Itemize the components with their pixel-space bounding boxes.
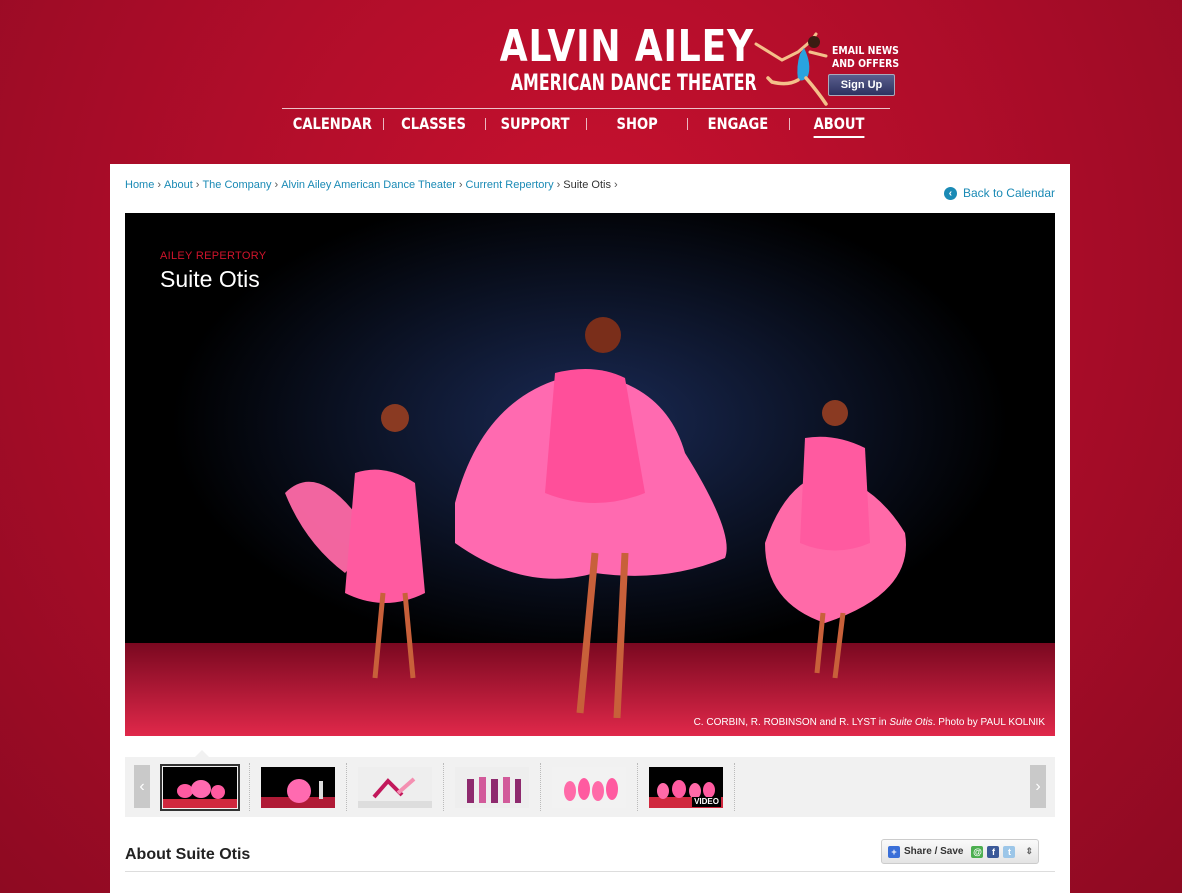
back-to-calendar-label: Back to Calendar	[962, 186, 1055, 200]
facebook-icon[interactable]: f	[987, 845, 1000, 858]
nav-item-support[interactable]: SUPPORT	[484, 112, 586, 138]
caption-suffix: . Photo by PAUL KOLNIK	[932, 717, 1045, 728]
about-divider	[125, 871, 1055, 872]
nav-item-engage[interactable]: ENGAGE	[687, 112, 788, 138]
twitter-icon[interactable]: t	[1003, 845, 1016, 858]
hero-photo: AILEY REPERTORY Suite Otis C. CORBIN, R.…	[125, 213, 1055, 736]
back-to-calendar-link[interactable]: ‹ Back to Calendar	[943, 186, 1055, 200]
share-save-button[interactable]: + Share / Save @ f t ⇕	[881, 839, 1039, 864]
thumbnail-image	[358, 767, 432, 808]
breadcrumb-current: Suite Otis	[563, 179, 611, 191]
thumbnail-2[interactable]	[261, 767, 335, 808]
nav-item-calendar[interactable]: CALENDAR	[282, 112, 383, 138]
logo-line-2: AMERICAN DANCE THEATER	[510, 71, 757, 96]
nav-item-about[interactable]: ABOUT	[788, 112, 890, 138]
thumbnail-carousel: ‹ VIDEO ›	[125, 750, 1055, 817]
nav-label: CALENDAR	[293, 114, 373, 133]
hero-kicker: AILEY REPERTORY	[160, 250, 267, 262]
thumbnail-divider	[249, 763, 250, 811]
thumbnail-divider	[443, 763, 444, 811]
breadcrumb-separator: ›	[613, 179, 618, 191]
video-badge: VIDEO	[692, 797, 721, 807]
nav-label: ABOUT	[813, 112, 865, 138]
breadcrumb-home[interactable]: Home	[125, 179, 154, 191]
breadcrumb-about[interactable]: About	[164, 179, 193, 191]
nav-label: SUPPORT	[500, 114, 570, 133]
leaping-dancer-icon	[754, 32, 828, 106]
thumbnail-image	[552, 767, 626, 808]
email-promo[interactable]: EMAIL NEWS AND OFFERS Sign Up	[752, 30, 899, 108]
share-email-icon[interactable]: @	[971, 845, 984, 858]
hero-title: Suite Otis	[160, 266, 260, 292]
caption-prefix: C. CORBIN, R. ROBINSON and R. LYST in	[693, 717, 890, 728]
breadcrumb-the-company[interactable]: The Company	[202, 179, 271, 191]
breadcrumb-alvin-ailey[interactable]: Alvin Ailey American Dance Theater	[281, 179, 456, 191]
nav-divider	[282, 108, 890, 109]
carousel-next-button[interactable]: ›	[1030, 765, 1046, 808]
promo-line-2: AND OFFERS	[832, 57, 900, 70]
thumbnail-image	[261, 767, 335, 808]
main-nav: CALENDAR CLASSES SUPPORT SHOP ENGAGE ABO…	[282, 112, 890, 138]
hero-image	[125, 213, 1055, 736]
main-content: Home › About › The Company › Alvin Ailey Ameri…	[110, 164, 1070, 893]
photo-caption: C. CORBIN, R. ROBINSON and R. LYST in Su…	[694, 717, 1045, 728]
thumbnail-divider	[734, 763, 735, 811]
nav-label: ENGAGE	[707, 114, 769, 133]
carousel-prev-button[interactable]: ‹	[134, 765, 150, 808]
nav-item-classes[interactable]: CLASSES	[383, 112, 484, 138]
back-arrow-icon: ‹	[943, 186, 957, 200]
share-label: Share / Save	[904, 846, 964, 857]
thumbnail-divider	[346, 763, 347, 811]
caption-work: Suite Otis	[889, 717, 933, 728]
share-expand-icon[interactable]: ⇕	[1025, 846, 1033, 857]
breadcrumb-current-repertory[interactable]: Current Repertory	[466, 179, 554, 191]
site-header: ALVIN AILEY AMERICAN DANCE THEATER EMAIL…	[0, 0, 1182, 164]
nav-item-shop[interactable]: SHOP	[585, 112, 687, 138]
thumbnail-divider	[540, 763, 541, 811]
about-heading: About Suite Otis	[125, 846, 251, 863]
breadcrumb-separator: ›	[458, 179, 463, 191]
nav-label: CLASSES	[401, 114, 467, 133]
promo-text: EMAIL NEWS AND OFFERS	[832, 44, 899, 70]
thumbnail-image	[455, 767, 529, 808]
thumbnail-5[interactable]	[552, 767, 626, 808]
thumbnail-4[interactable]	[455, 767, 529, 808]
breadcrumb: Home › About › The Company › Alvin Ailey Ameri…	[125, 179, 621, 191]
sign-up-button[interactable]: Sign Up	[828, 74, 895, 96]
thumbnail-divider	[637, 763, 638, 811]
nav-label: SHOP	[616, 114, 658, 133]
active-thumb-caret	[195, 750, 209, 757]
logo-line-1: ALVIN AILEY	[499, 21, 754, 72]
breadcrumb-separator: ›	[195, 179, 200, 191]
thumbnail-3[interactable]	[358, 767, 432, 808]
site-logo[interactable]: ALVIN AILEY AMERICAN DANCE THEATER	[480, 21, 757, 96]
promo-line-1: EMAIL NEWS	[832, 44, 899, 57]
breadcrumb-separator: ›	[157, 179, 162, 191]
thumbnail-6-video[interactable]: VIDEO	[649, 767, 723, 808]
breadcrumb-separator: ›	[274, 179, 279, 191]
share-plus-icon: +	[888, 845, 900, 858]
thumbnail-image	[163, 767, 237, 808]
thumbnail-1[interactable]	[160, 764, 240, 811]
breadcrumb-separator: ›	[556, 179, 561, 191]
